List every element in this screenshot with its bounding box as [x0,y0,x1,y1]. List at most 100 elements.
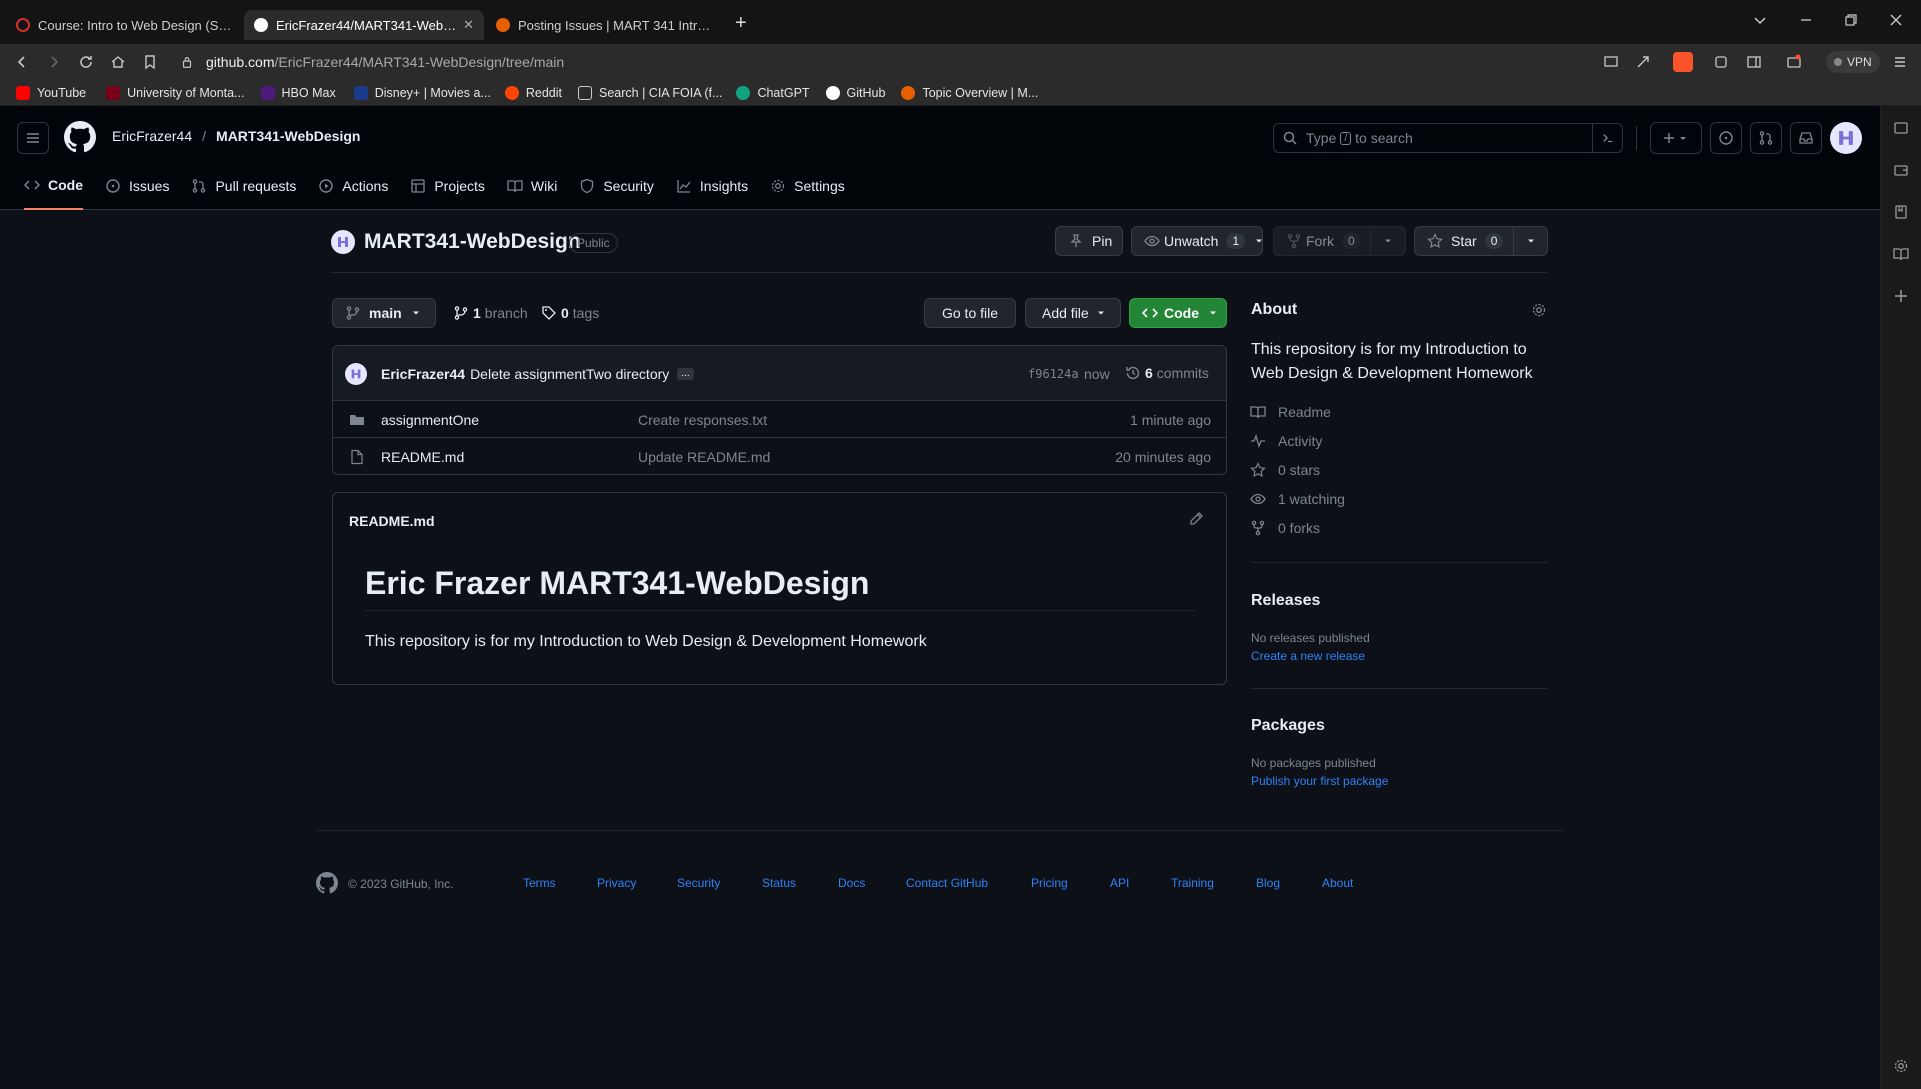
commit-hash[interactable]: f96124a [1028,367,1079,381]
command-palette-icon[interactable] [1592,124,1622,152]
footer-link-security[interactable]: Security [677,876,720,890]
branch-select-button[interactable]: main [332,298,436,328]
fork-button[interactable]: Fork 0 [1273,226,1406,256]
site-info-icon[interactable] [180,52,194,72]
commit-expand-button[interactable]: ... [677,368,694,380]
brave-shield-icon[interactable] [1673,52,1693,72]
file-commit-message[interactable]: Create responses.txt [638,412,767,428]
about-forks-link[interactable]: 0 forks [1250,520,1320,536]
tab-projects[interactable]: Projects [410,162,485,210]
footer-link-terms[interactable]: Terms [523,876,556,890]
gear-icon[interactable] [1531,302,1547,318]
repo-title[interactable]: MART341-WebDesign [364,230,581,254]
footer-link-training[interactable]: Training [1171,876,1214,890]
repo-owner-avatar[interactable] [331,230,355,254]
footer-link-pricing[interactable]: Pricing [1031,876,1068,890]
about-watching-link[interactable]: 1 watching [1250,491,1345,507]
unwatch-button[interactable]: Unwatch 1 [1131,226,1263,256]
add-file-button[interactable]: Add file [1025,298,1121,328]
go-to-file-button[interactable]: Go to file [924,298,1016,328]
breadcrumb-owner[interactable]: EricFrazer44 [112,128,192,144]
tab-settings[interactable]: Settings [770,162,845,210]
bookmark-github[interactable]: GitHub [825,80,885,106]
pin-button[interactable]: Pin [1055,226,1123,256]
footer-link-status[interactable]: Status [762,876,796,890]
bookmark-university[interactable]: University of Monta... [106,80,245,106]
chevron-down-icon[interactable] [1525,235,1537,247]
new-tab-button[interactable]: + [735,12,747,35]
bookmark-topic-overview[interactable]: Topic Overview | M... [901,80,1038,106]
bookmark-chatgpt[interactable]: ChatGPT [736,80,810,106]
about-stars-link[interactable]: 0 stars [1250,462,1320,478]
footer-link-api[interactable]: API [1110,876,1129,890]
pull-requests-icon[interactable] [1750,122,1782,154]
footer-link-docs[interactable]: Docs [838,876,865,890]
forward-arrow-icon[interactable] [44,52,64,72]
browser-tab-course[interactable]: Course: Intro to Web Design (Sect: 50... [6,10,242,40]
file-commit-message[interactable]: Update README.md [638,449,770,465]
bookmark-reddit[interactable]: Reddit [504,80,562,106]
home-icon[interactable] [108,52,128,72]
issues-icon[interactable] [1710,122,1742,154]
search-input[interactable]: Type / to search [1273,123,1623,153]
close-tab-icon[interactable]: ✕ [463,17,474,33]
create-new-button[interactable] [1650,122,1702,154]
reload-icon[interactable] [76,52,96,72]
github-logo-icon[interactable] [64,121,96,153]
sidebar-toggle-icon[interactable] [1744,52,1764,72]
tab-list-chevron-icon[interactable] [1752,12,1770,30]
tab-insights[interactable]: Insights [676,162,748,210]
about-activity-link[interactable]: Activity [1250,433,1322,449]
code-button[interactable]: Code [1129,298,1227,328]
table-row[interactable]: README.md Update README.md 20 minutes ag… [333,437,1227,474]
wallet-icon[interactable] [1784,52,1804,72]
commit-author-avatar[interactable] [345,363,367,385]
restore-window-icon[interactable] [1843,12,1861,30]
table-row[interactable]: assignmentOne Create responses.txt 1 min… [333,400,1227,437]
github-footer-logo-icon[interactable] [316,872,338,894]
browser-tab-posting-issues[interactable]: Posting Issues | MART 341 Intro-Web-... [486,10,722,40]
star-button[interactable]: Star 0 [1414,226,1548,256]
vpn-button[interactable]: VPN [1826,51,1880,73]
footer-link-about[interactable]: About [1322,876,1353,890]
menu-icon[interactable] [1890,52,1910,72]
commit-author[interactable]: EricFrazer44 [381,366,465,382]
footer-link-privacy[interactable]: Privacy [597,876,636,890]
chevron-down-icon[interactable] [1382,235,1394,247]
releases-title[interactable]: Releases [1251,592,1320,610]
address-bar[interactable]: github.com/EricFrazer44/MART341-WebDesig… [206,48,564,76]
bookmark-hbo-max[interactable]: HBO Max [260,80,336,106]
tab-issues[interactable]: Issues [105,162,169,210]
settings-gear-icon[interactable] [1893,1058,1911,1076]
commit-message[interactable]: Delete assignmentTwo directory [470,366,669,382]
packages-title[interactable]: Packages [1251,717,1325,735]
video-icon[interactable] [1893,120,1911,138]
close-window-icon[interactable] [1888,12,1906,30]
minimize-window-icon[interactable] [1798,12,1816,30]
back-arrow-icon[interactable] [12,52,32,72]
avatar[interactable] [1830,122,1862,154]
footer-link-blog[interactable]: Blog [1256,876,1280,890]
footer-link-contact[interactable]: Contact GitHub [906,876,988,890]
wallet-icon[interactable] [1893,162,1911,180]
reading-list-icon[interactable] [1893,246,1911,264]
about-readme-link[interactable]: Readme [1250,404,1331,420]
tab-wiki[interactable]: Wiki [507,162,557,210]
cast-icon[interactable] [1601,52,1621,72]
bookmark-disney-plus[interactable]: Disney+ | Movies a... [353,80,491,106]
bookmark-icon[interactable] [140,52,160,72]
browser-tab-github[interactable]: EricFrazer44/MART341-WebDesign ✕ [244,10,484,40]
inbox-icon[interactable] [1790,122,1822,154]
tags-link[interactable]: 0 tags [541,305,599,321]
commits-link[interactable]: 6 commits [1125,365,1209,381]
share-icon[interactable] [1633,52,1653,72]
branches-link[interactable]: 1 branch [453,305,528,321]
publish-package-link[interactable]: Publish your first package [1251,774,1388,788]
create-release-link[interactable]: Create a new release [1251,649,1365,663]
tab-pull-requests[interactable]: Pull requests [191,162,296,210]
bookmark-cia-foia[interactable]: Search | CIA FOIA (f... [578,80,722,106]
add-panel-icon[interactable] [1893,288,1911,306]
hamburger-menu-button[interactable] [17,122,49,154]
extensions-icon[interactable] [1711,52,1731,72]
tab-code[interactable]: Code [24,162,83,210]
